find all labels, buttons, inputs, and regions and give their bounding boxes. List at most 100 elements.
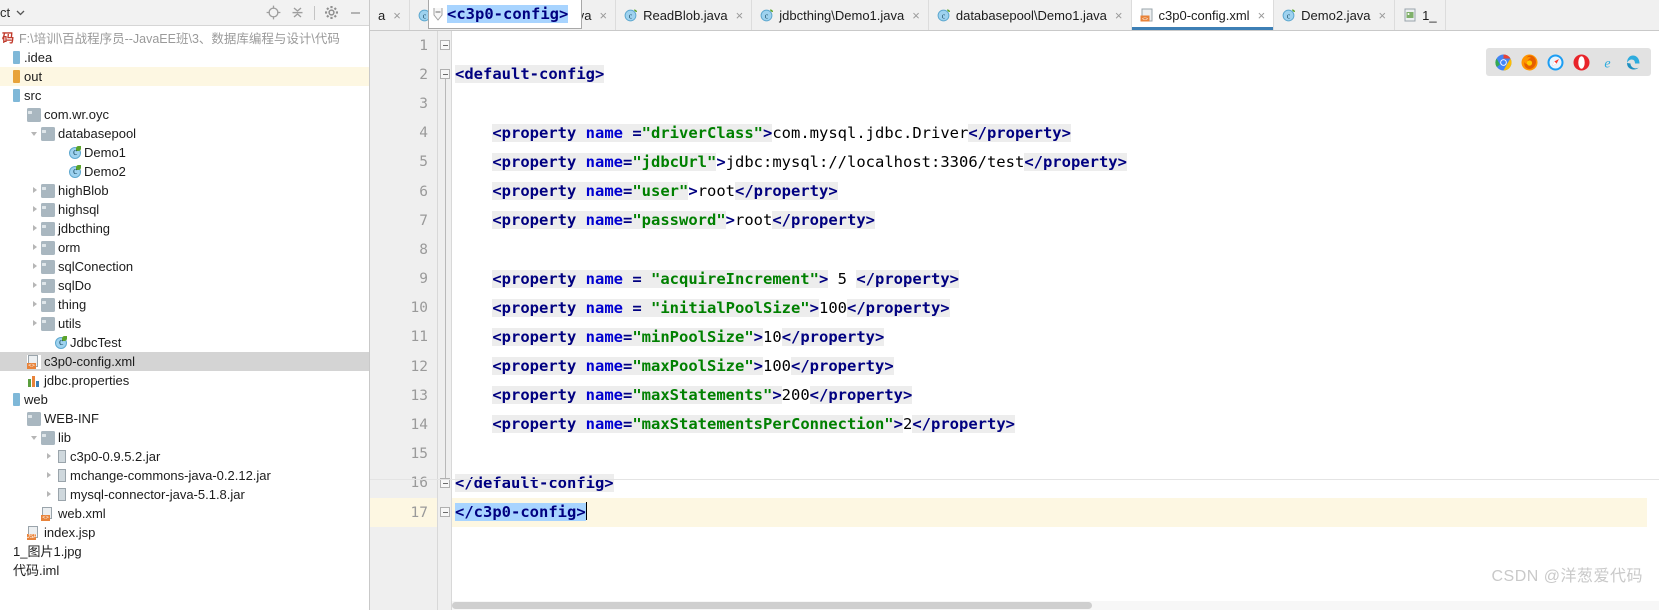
tree-row[interactable]: thing	[0, 295, 369, 314]
line-number[interactable]: 5	[370, 148, 437, 177]
code-fold-toggle[interactable]	[440, 507, 450, 518]
line-number[interactable]: 7	[370, 206, 437, 235]
code-fold-toggle[interactable]	[440, 40, 450, 50]
editor-tab[interactable]: c ReadBlob.java ×	[616, 0, 753, 30]
line-number[interactable]: 17	[370, 498, 437, 528]
line-number[interactable]: 16	[370, 469, 437, 498]
tree-row[interactable]: Demo1	[0, 143, 369, 162]
close-icon[interactable]: ×	[1258, 8, 1266, 23]
code-fold-toggle[interactable]	[440, 69, 450, 80]
tree-row[interactable]: com.wr.oyc	[0, 105, 369, 124]
locate-icon[interactable]	[266, 5, 281, 20]
tree-row[interactable]: databasepool	[0, 124, 369, 143]
collapse-all-icon[interactable]	[290, 5, 305, 20]
code-line[interactable]: <property name ="driverClass">com.mysql.…	[452, 119, 1659, 148]
code-content[interactable]: <default-config> <property name ="driver…	[452, 31, 1659, 610]
tree-row[interactable]: WEB-INF	[0, 409, 369, 428]
close-icon[interactable]: ×	[1379, 8, 1387, 23]
code-line[interactable]: <property name="maxStatements">200</prop…	[452, 381, 1659, 410]
chevron-closed-icon[interactable]	[30, 242, 41, 253]
chevron-open-icon[interactable]	[30, 128, 41, 139]
safari-icon[interactable]	[1547, 54, 1564, 71]
line-number[interactable]: 9	[370, 265, 437, 294]
browser-preview-toolbar[interactable]: e	[1486, 48, 1651, 76]
gear-icon[interactable]	[324, 5, 339, 20]
code-line[interactable]: <property name = "acquireIncrement"> 5 <…	[452, 265, 1659, 294]
project-tree[interactable]: .idea out srccom.wr.oyc databasepool Demo1 De…	[0, 48, 369, 580]
chevron-open-icon[interactable]	[30, 432, 41, 443]
chevron-closed-icon[interactable]	[30, 223, 41, 234]
chevron-closed-icon[interactable]	[30, 318, 41, 329]
close-icon[interactable]: ×	[393, 8, 401, 23]
editor-tab[interactable]: 1_	[1395, 0, 1446, 30]
chevron-closed-icon[interactable]	[30, 280, 41, 291]
tree-row[interactable]: c3p0-0.9.5.2.jar	[0, 447, 369, 466]
code-line[interactable]: <property name="password">root</property…	[452, 206, 1659, 235]
tree-row[interactable]: out	[0, 67, 369, 86]
tree-row[interactable]: sqlDo	[0, 276, 369, 295]
close-icon[interactable]: ×	[912, 8, 920, 23]
code-line[interactable]	[452, 440, 1659, 469]
code-line[interactable]: <property name="maxPoolSize">100</proper…	[452, 352, 1659, 381]
chevron-closed-icon[interactable]	[30, 299, 41, 310]
scrollbar-thumb[interactable]	[452, 602, 1092, 609]
editor-tab[interactable]: <> c3p0-config.xml ×	[1131, 0, 1275, 30]
tree-row[interactable]: 1_图片1.jpg	[0, 542, 369, 561]
tree-row[interactable]: highBlob	[0, 181, 369, 200]
line-number[interactable]: 14	[370, 410, 437, 439]
line-number[interactable]: 13	[370, 381, 437, 410]
chevron-closed-icon[interactable]	[44, 451, 55, 462]
code-line[interactable]: <property name="maxStatementsPerConnecti…	[452, 410, 1659, 439]
chrome-icon[interactable]	[1495, 54, 1512, 71]
tree-row[interactable]: orm	[0, 238, 369, 257]
tree-row[interactable]: <> web.xml	[0, 504, 369, 523]
line-number[interactable]: 6	[370, 177, 437, 206]
line-number[interactable]: 4	[370, 119, 437, 148]
tree-row[interactable]: sqlConection	[0, 257, 369, 276]
code-line[interactable]: <property name="minPoolSize">10</propert…	[452, 323, 1659, 352]
line-number[interactable]: 10	[370, 294, 437, 323]
fold-marker-icon[interactable]	[433, 8, 443, 21]
tree-row[interactable]: web	[0, 390, 369, 409]
tree-row[interactable]: lib	[0, 428, 369, 447]
editor-tab[interactable]: c jdbcthing\Demo1.java ×	[752, 0, 929, 30]
editor-tab[interactable]: c Demo2.java ×	[1274, 0, 1396, 30]
chevron-closed-icon[interactable]	[30, 204, 41, 215]
tree-row[interactable]: highsql	[0, 200, 369, 219]
tree-row[interactable]: .idea	[0, 48, 369, 67]
tree-row[interactable]: jdbc.properties	[0, 371, 369, 390]
minimize-icon[interactable]	[348, 5, 363, 20]
horizontal-scrollbar[interactable]	[452, 601, 1659, 610]
editor-tab[interactable]: c databasepool\Demo1.java ×	[928, 0, 1132, 30]
code-line[interactable]	[452, 89, 1659, 118]
code-line[interactable]	[452, 31, 1659, 60]
internet-explorer-icon[interactable]: e	[1599, 54, 1616, 71]
editor-markup-bar[interactable]	[1647, 31, 1659, 610]
tree-row[interactable]: 代码.iml	[0, 561, 369, 580]
tree-row[interactable]: mchange-commons-java-0.2.12.jar	[0, 466, 369, 485]
code-line[interactable]: </default-config>	[452, 469, 1659, 498]
line-number[interactable]: 3	[370, 89, 437, 118]
tree-row[interactable]: <> c3p0-config.xml	[0, 352, 369, 371]
chevron-closed-icon[interactable]	[44, 470, 55, 481]
edge-icon[interactable]	[1625, 54, 1642, 71]
tree-row[interactable]: mysql-connector-java-5.1.8.jar	[0, 485, 369, 504]
firefox-icon[interactable]	[1521, 54, 1538, 71]
code-line[interactable]	[452, 235, 1659, 264]
line-number[interactable]: 12	[370, 352, 437, 381]
code-line[interactable]: <property name = "initialPoolSize">100</…	[452, 294, 1659, 323]
chevron-closed-icon[interactable]	[44, 489, 55, 500]
close-icon[interactable]: ×	[1115, 8, 1123, 23]
tree-row[interactable]: jdbcthing	[0, 219, 369, 238]
code-line[interactable]: <property name="jdbcUrl">jdbc:mysql://lo…	[452, 148, 1659, 177]
close-icon[interactable]: ×	[599, 8, 607, 23]
code-line[interactable]: <property name="user">root</property>	[452, 177, 1659, 206]
tree-row[interactable]: src	[0, 86, 369, 105]
chevron-down-icon[interactable]	[16, 4, 25, 22]
line-number[interactable]: 1	[370, 31, 437, 60]
line-number[interactable]: 8	[370, 235, 437, 264]
line-number[interactable]: 2	[370, 60, 437, 89]
tree-row[interactable]: Demo2	[0, 162, 369, 181]
code-line[interactable]: </c3p0-config>	[452, 498, 1659, 528]
code-line[interactable]: <default-config>	[452, 60, 1659, 89]
